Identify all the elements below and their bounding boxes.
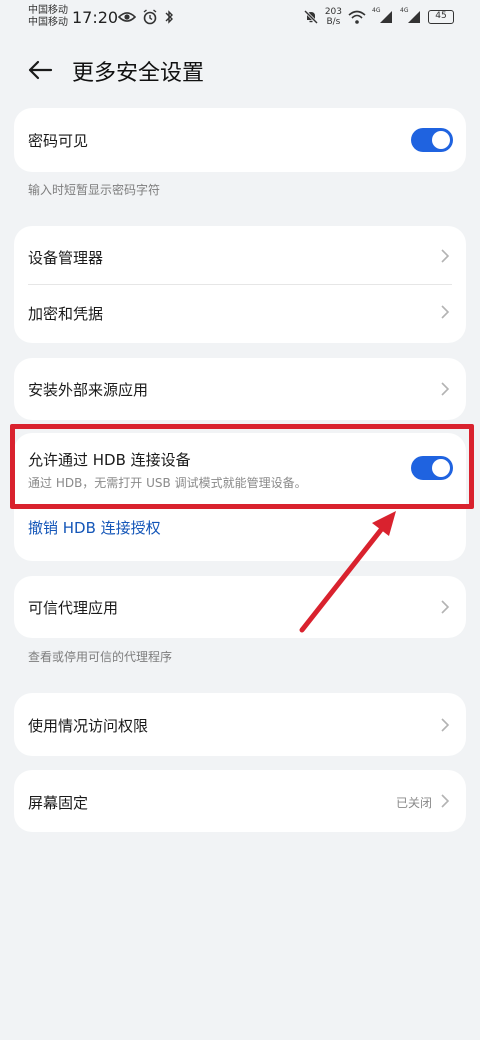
battery-level: 45	[435, 11, 447, 21]
screen-pinning-status: 已关闭	[395, 796, 432, 810]
revoke-hdb-link[interactable]: 撤销 HDB 连接授权	[28, 517, 161, 538]
chevron-right-icon	[441, 600, 450, 614]
external-sources-row[interactable]: 安装外部来源应用	[14, 358, 466, 420]
password-visible-row[interactable]: 密码可见	[14, 108, 466, 172]
clock: 17:20	[72, 8, 119, 27]
usage-access-label: 使用情况访问权限	[28, 717, 149, 735]
chevron-right-icon	[441, 305, 450, 319]
device-card: 设备管理器 加密和凭据	[14, 226, 466, 343]
eye-icon	[118, 12, 136, 22]
mute-icon	[303, 9, 318, 25]
carrier-2: 中国移动	[28, 17, 68, 28]
usage-access-card: 使用情况访问权限	[14, 693, 466, 756]
trust-agents-label: 可信代理应用	[28, 599, 119, 617]
back-button[interactable]	[24, 54, 56, 86]
trust-agents-row[interactable]: 可信代理应用	[14, 576, 466, 638]
battery-icon: 45	[428, 10, 454, 24]
status-bar: 中国移动 中国移动 17:20 203 B/s 4G 4G 45	[0, 0, 480, 36]
network-speed: 203 B/s	[325, 7, 342, 27]
external-sources-label: 安装外部来源应用	[28, 381, 149, 399]
back-arrow-icon	[28, 60, 53, 80]
screen-pinning-row[interactable]: 屏幕固定 已关闭	[14, 770, 466, 832]
chevron-right-icon	[441, 249, 450, 263]
device-manager-label: 设备管理器	[28, 249, 104, 267]
trust-agents-hint: 查看或停用可信的代理程序	[28, 650, 173, 664]
signal-1-icon	[380, 11, 392, 23]
network-speed-value: 203	[324, 7, 342, 17]
external-sources-card: 安装外部来源应用	[14, 358, 466, 420]
chevron-right-icon	[441, 794, 450, 808]
status-icons-right: 203 B/s 4G 4G 45	[303, 7, 454, 27]
usage-access-row[interactable]: 使用情况访问权限	[14, 693, 466, 756]
page-header: 更多安全设置	[0, 48, 480, 92]
highlight-box	[10, 424, 474, 509]
password-visible-label: 密码可见	[28, 132, 89, 150]
password-visible-card: 密码可见	[14, 108, 466, 172]
signal-2-icon	[408, 11, 420, 23]
encryption-credentials-row[interactable]: 加密和凭据	[14, 285, 466, 343]
status-icons-left	[118, 9, 174, 25]
signal-1: 4G	[372, 7, 394, 24]
screen-pinning-label: 屏幕固定	[28, 794, 89, 812]
bluetooth-icon	[165, 10, 173, 24]
encryption-credentials-label: 加密和凭据	[28, 305, 104, 323]
page-title: 更多安全设置	[72, 61, 205, 86]
device-manager-row[interactable]: 设备管理器	[14, 226, 466, 284]
wifi-icon	[348, 10, 366, 24]
trust-agents-card: 可信代理应用	[14, 576, 466, 638]
chevron-right-icon	[441, 382, 450, 396]
password-visible-toggle[interactable]	[411, 128, 453, 152]
screen-pinning-card: 屏幕固定 已关闭	[14, 770, 466, 832]
signal-2: 4G	[400, 7, 422, 24]
carrier-1: 中国移动	[28, 5, 68, 16]
password-visible-hint: 输入时短暂显示密码字符	[28, 183, 161, 197]
carrier-names: 中国移动 中国移动	[28, 5, 68, 29]
network-speed-unit: B/s	[326, 17, 341, 27]
chevron-right-icon	[441, 718, 450, 732]
alarm-icon	[143, 9, 157, 25]
